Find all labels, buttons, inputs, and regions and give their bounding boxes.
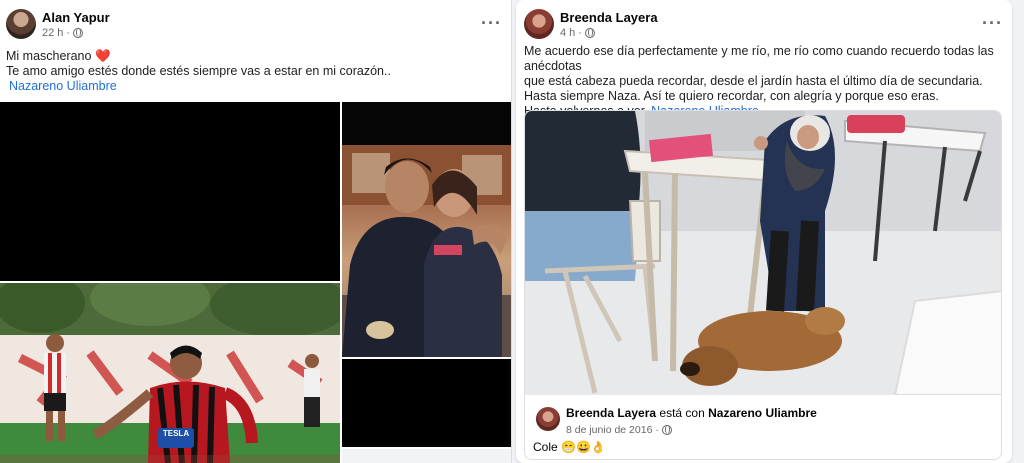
shared-header: Breenda Layera está con Nazareno Uliambr… bbox=[566, 406, 817, 420]
emoji-set: 😁😀👌 bbox=[561, 440, 606, 454]
post-card-alan: Alan Yapur 22 h · ··· Mi mascherano ❤️ T… bbox=[0, 0, 512, 463]
shared-caption: Cole 😁😀👌 bbox=[533, 440, 606, 454]
photo-black-2[interactable] bbox=[342, 359, 511, 447]
shared-memory-card[interactable]: Breenda Layera está con Nazareno Uliambr… bbox=[524, 110, 1002, 460]
photo-top-strip[interactable] bbox=[342, 102, 511, 145]
tagged-person-link[interactable]: Nazareno Uliambre bbox=[9, 79, 391, 94]
author-avatar[interactable] bbox=[6, 9, 36, 39]
shared-date[interactable]: 8 de junio de 2016 bbox=[566, 424, 652, 436]
photo-couple[interactable] bbox=[342, 145, 511, 357]
globe-icon bbox=[584, 27, 595, 38]
jersey-sponsor: TESLA bbox=[162, 429, 190, 438]
photo-soccer[interactable]: TESLA bbox=[0, 283, 340, 463]
post-header: Alan Yapur 22 h · bbox=[6, 9, 110, 39]
post-card-breenda: Breenda Layera 4 h · ··· Me acuerdo ese … bbox=[516, 0, 1012, 463]
photo-black-1[interactable] bbox=[0, 102, 340, 281]
photo-classroom-art bbox=[525, 111, 1001, 395]
post-time[interactable]: 4 h bbox=[560, 27, 575, 39]
more-options-button[interactable]: ··· bbox=[481, 14, 502, 32]
author-name[interactable]: Breenda Layera bbox=[560, 10, 658, 25]
post-text: Me acuerdo ese día perfectamente y me rí… bbox=[524, 44, 1012, 119]
author-name[interactable]: Alan Yapur bbox=[42, 10, 110, 25]
photo-classroom[interactable] bbox=[525, 111, 1001, 395]
photo-couple-art bbox=[342, 145, 511, 357]
more-options-button[interactable]: ··· bbox=[982, 14, 1003, 32]
globe-icon bbox=[661, 425, 672, 435]
shared-info: Breenda Layera está con Nazareno Uliambr… bbox=[525, 395, 1001, 459]
shared-author-name[interactable]: Breenda Layera bbox=[566, 406, 656, 420]
post-text: Mi mascherano ❤️ Te amo amigo estés dond… bbox=[6, 49, 391, 94]
shared-author-avatar[interactable] bbox=[536, 407, 560, 431]
author-avatar[interactable] bbox=[524, 9, 554, 39]
heart-icon: ❤️ bbox=[94, 49, 111, 63]
post-time[interactable]: 22 h bbox=[42, 27, 63, 39]
photo-bottom-strip[interactable] bbox=[342, 449, 511, 463]
globe-icon bbox=[73, 27, 84, 38]
post-header: Breenda Layera 4 h · bbox=[524, 9, 658, 39]
shared-with-name[interactable]: Nazareno Uliambre bbox=[708, 406, 817, 420]
